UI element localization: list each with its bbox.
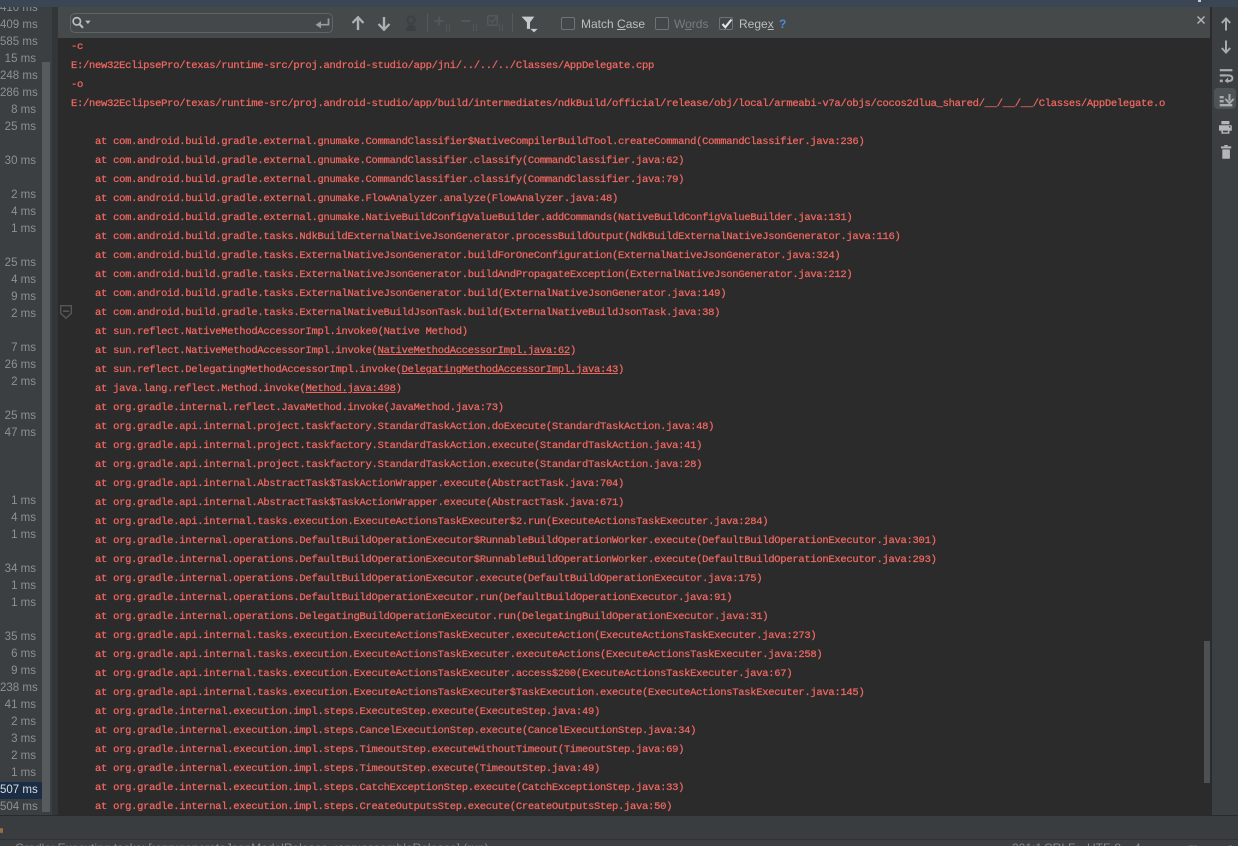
svg-text:II: II — [445, 23, 451, 33]
svg-text:II: II — [498, 23, 504, 33]
svg-text:II: II — [472, 23, 478, 33]
